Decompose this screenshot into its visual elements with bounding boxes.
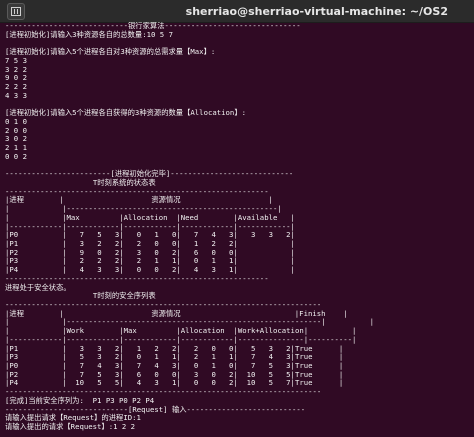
terminal-line: 3 0 2 [5, 134, 27, 144]
terminal-output[interactable]: ----------------------------银行家算法-------… [0, 22, 474, 437]
terminal-window: sherriao@sherriao-virtual-machine: ~/OS2… [0, 0, 474, 437]
terminal-line: 2 2 2 [5, 82, 27, 92]
terminal-line: 2 1 1 [5, 143, 27, 153]
window-title: sherriao@sherriao-virtual-machine: ~/OS2 [185, 5, 448, 18]
terminal-line: [进程初始化]请输入3种资源各自的总数量:10 5 7 [5, 29, 173, 39]
terminal-line: ----------------------------------------… [5, 273, 269, 283]
terminal-line: [进程初始化]请输入5个进程各自获得的3种资源的数量【Allocation】: [5, 108, 247, 118]
title-bar: sherriao@sherriao-virtual-machine: ~/OS2 [0, 0, 474, 23]
terminal-line: 9 0 2 [5, 73, 27, 83]
terminal-line: 0 1 0 [5, 116, 27, 126]
terminal-line: 4 3 3 [5, 90, 27, 100]
terminal-line: 0 0 2 [5, 151, 27, 161]
terminal-line: 3 2 2 [5, 64, 27, 74]
terminal-line: [进程初始化]请输入5个进程各自对3种资源的总需求量【Max】: [5, 47, 216, 57]
terminal-line: 请输入提出的请求【Request】:1 2 2 [5, 422, 136, 432]
terminal-line: 7 5 3 [5, 55, 27, 65]
terminal-line: 2 0 0 [5, 125, 27, 135]
